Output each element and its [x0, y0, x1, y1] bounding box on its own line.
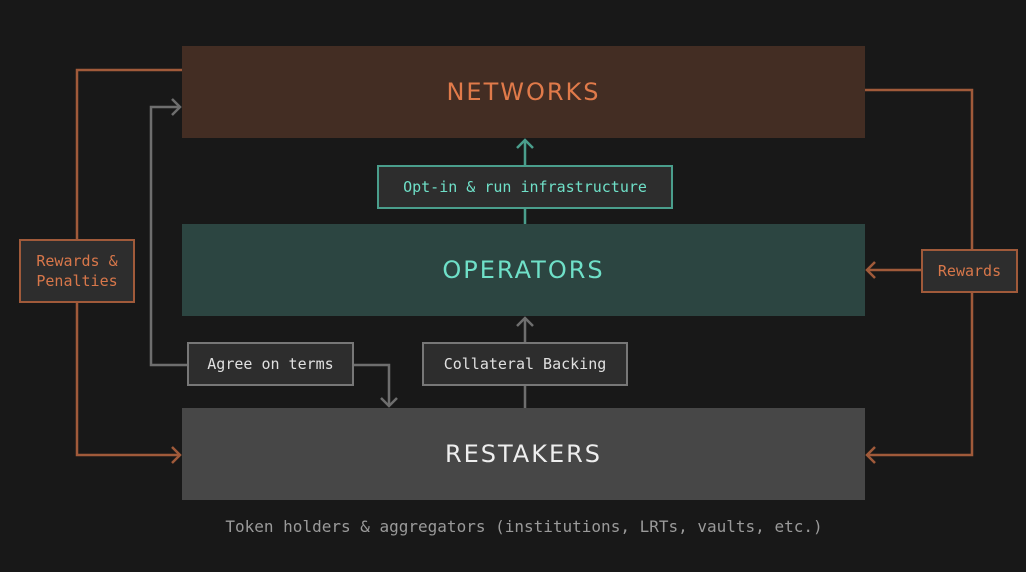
networks-node: NETWORKS [182, 46, 865, 138]
opt-in-label: Opt-in & run infrastructure [377, 165, 673, 209]
rewards-label: Rewards [921, 249, 1018, 293]
operators-node: OPERATORS [182, 224, 865, 316]
operators-label: OPERATORS [442, 256, 605, 284]
restaking-diagram: NETWORKS OPERATORS RESTAKERS Opt-in & ru… [0, 0, 1026, 572]
rewards-penalties-label: Rewards & Penalties [19, 239, 135, 303]
restakers-node: RESTAKERS [182, 408, 865, 500]
restakers-label: RESTAKERS [444, 440, 603, 468]
restakers-caption: Token holders & aggregators (institution… [225, 517, 823, 536]
networks-label: NETWORKS [446, 78, 601, 106]
agree-on-terms-label: Agree on terms [187, 342, 354, 386]
collateral-backing-label: Collateral Backing [422, 342, 628, 386]
